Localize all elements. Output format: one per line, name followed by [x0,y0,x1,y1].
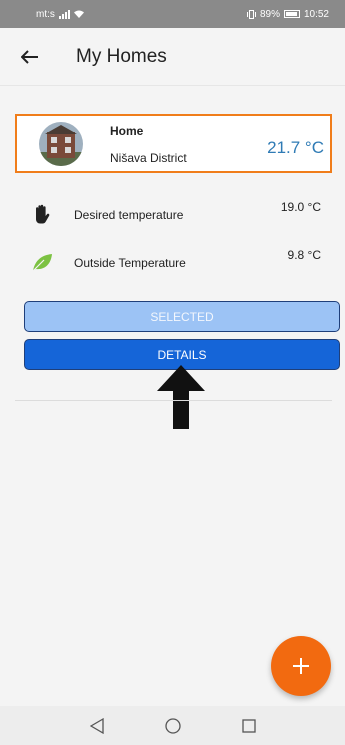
nav-home-button[interactable] [163,716,183,736]
add-home-button[interactable] [271,636,331,696]
wifi-icon [73,10,84,18]
outside-temperature-value: 9.8 °C [287,248,321,262]
carrier-name: mt:s [36,8,55,20]
system-nav-bar [0,706,345,745]
status-left: mt:s [36,9,84,20]
desired-temperature-value: 19.0 °C [280,200,321,214]
nav-back-button[interactable] [87,716,107,736]
desired-temperature-row: Desired temperature 19.0 °C [0,200,345,230]
hand-icon [36,204,50,224]
nav-recents-button[interactable] [239,716,259,736]
outside-temperature-label: Outside Temperature [74,256,186,270]
selected-button[interactable]: SELECTED [24,301,340,332]
outside-temperature-row: Outside Temperature 9.8 °C [0,248,345,278]
vibrate-icon [246,9,256,19]
home-name: Home [110,124,144,138]
back-arrow-icon[interactable] [18,45,42,69]
divider [15,400,332,401]
app-bar: My Homes [0,28,345,86]
battery-percent: 89% [259,8,280,20]
desired-temperature-label: Desired temperature [74,208,184,222]
plus-icon [293,658,309,674]
page-title: My Homes [76,45,167,67]
battery-icon [283,10,300,18]
home-district: Nišava District [110,151,187,165]
home-temperature: 21.7 °C [267,138,324,157]
signal-icon [58,9,70,19]
up-arrow-icon [157,365,205,429]
clock: 10:52 [303,8,329,20]
leaf-icon [32,254,52,272]
status-right: 89% 10:52 [246,8,329,20]
home-card[interactable]: Home Nišava District 21.7 °C [15,114,332,173]
status-bar: mt:s 89% 10:52 [0,0,345,28]
home-avatar [39,122,83,166]
